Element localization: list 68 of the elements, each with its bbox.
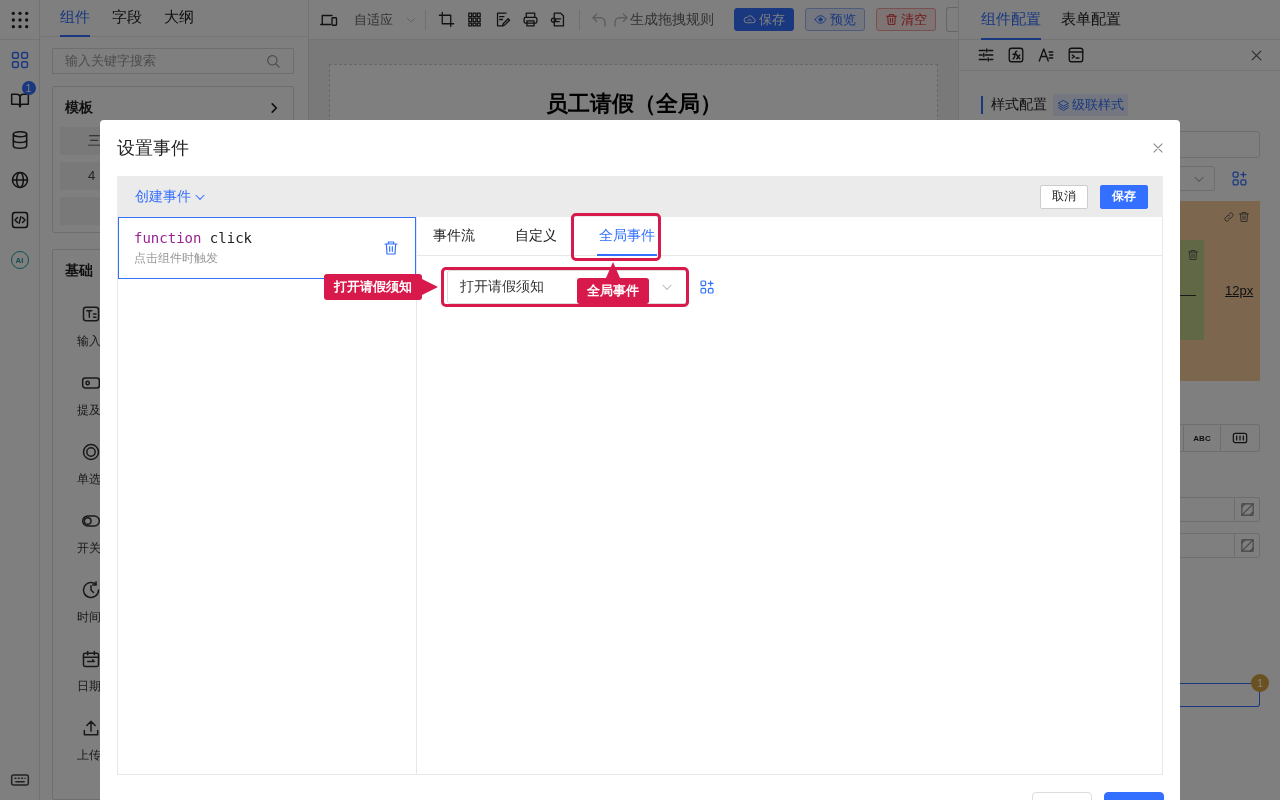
add-apps-icon[interactable] bbox=[1231, 170, 1248, 187]
form-title: 员工请假（全局） bbox=[545, 90, 722, 118]
grid-icon[interactable] bbox=[466, 11, 483, 28]
dialog-title: 设置事件 bbox=[117, 137, 189, 160]
button-icon bbox=[814, 13, 827, 26]
document-icon[interactable] bbox=[550, 11, 567, 28]
print-icon[interactable] bbox=[522, 11, 539, 28]
section-title: 样式配置 bbox=[991, 96, 1047, 114]
sliders-icon[interactable] bbox=[977, 46, 995, 64]
template-item[interactable]: 4 bbox=[60, 161, 100, 190]
component-label[interactable]: 单选 bbox=[77, 470, 101, 488]
add-apps-icon[interactable] bbox=[699, 279, 715, 295]
leader-line bbox=[1180, 295, 1196, 296]
count-badge: 1 bbox=[1251, 674, 1269, 692]
battery-icon[interactable] bbox=[1232, 430, 1248, 446]
segmented-control[interactable]: ABC bbox=[1180, 424, 1260, 452]
event-tab[interactable]: 全局事件 bbox=[597, 217, 657, 256]
trash-icon[interactable] bbox=[383, 240, 399, 256]
panel-tab[interactable]: 大纲 bbox=[164, 0, 194, 37]
component-label[interactable]: 日期 bbox=[77, 677, 101, 695]
toolbar-button[interactable]: 预览 bbox=[805, 8, 865, 31]
panel-tab[interactable]: 表单配置 bbox=[1061, 0, 1121, 40]
event-description: 点击组件时触发 bbox=[134, 249, 219, 267]
close-icon[interactable] bbox=[1151, 141, 1165, 155]
count-badge: 1 bbox=[21, 81, 36, 95]
terminal-icon[interactable] bbox=[1067, 46, 1085, 64]
toolbar-button[interactable]: 清空 bbox=[876, 8, 936, 31]
search-icon bbox=[265, 52, 281, 69]
layers-icon bbox=[1057, 98, 1070, 112]
globe-icon[interactable] bbox=[9, 170, 30, 190]
device-select[interactable]: 自适应 bbox=[354, 10, 417, 29]
toolbar-button[interactable]: 保存 bbox=[734, 8, 794, 31]
edit-icon[interactable] bbox=[494, 11, 511, 28]
event-signature: function click bbox=[134, 229, 252, 246]
code-icon[interactable] bbox=[9, 210, 30, 230]
panel-tab[interactable]: 字段 bbox=[112, 0, 142, 37]
save-button[interactable]: 保存 bbox=[1100, 184, 1148, 209]
formula-icon[interactable] bbox=[1007, 46, 1025, 64]
component-icon[interactable] bbox=[81, 441, 101, 462]
apps-icon[interactable] bbox=[9, 50, 30, 70]
cascade-style-tag[interactable]: 级联样式 bbox=[1053, 94, 1128, 116]
segment-option[interactable]: ABC bbox=[1183, 425, 1220, 451]
component-label[interactable]: 输入 bbox=[77, 332, 101, 350]
template-item[interactable]: 三 bbox=[60, 126, 100, 155]
event-tab[interactable]: 事件流 bbox=[433, 217, 475, 256]
panel-tab[interactable]: 组件 bbox=[60, 0, 90, 37]
create-event-link[interactable]: 创建事件 bbox=[135, 187, 207, 206]
panel-tab[interactable]: 组件配置 bbox=[981, 0, 1041, 40]
button-icon bbox=[743, 13, 756, 26]
component-label[interactable]: 时间 bbox=[77, 608, 101, 626]
button-icon bbox=[885, 13, 898, 26]
component-label[interactable]: 上传 bbox=[77, 746, 101, 764]
component-label[interactable]: 开关 bbox=[77, 539, 101, 557]
component-icon[interactable] bbox=[81, 648, 101, 669]
card-title: 模板 bbox=[65, 98, 93, 117]
app-grid-icon[interactable] bbox=[9, 9, 30, 30]
frame-icon[interactable] bbox=[438, 11, 455, 28]
component-label[interactable]: 提及 bbox=[77, 401, 101, 419]
spacing-value[interactable]: 12px bbox=[1225, 283, 1254, 298]
cancel-button[interactable]: 取消 bbox=[1040, 184, 1088, 209]
trash-icon[interactable] bbox=[1238, 211, 1250, 223]
card-title: 基础 bbox=[65, 261, 93, 280]
pointer-icon bbox=[605, 262, 621, 278]
event-tab[interactable]: 自定义 bbox=[515, 217, 557, 256]
book-icon[interactable] bbox=[9, 90, 30, 110]
component-icon[interactable] bbox=[81, 579, 101, 600]
text-style-icon[interactable] bbox=[1037, 46, 1055, 64]
generate-rules-link[interactable]: 生成拖拽规则 bbox=[630, 10, 714, 29]
